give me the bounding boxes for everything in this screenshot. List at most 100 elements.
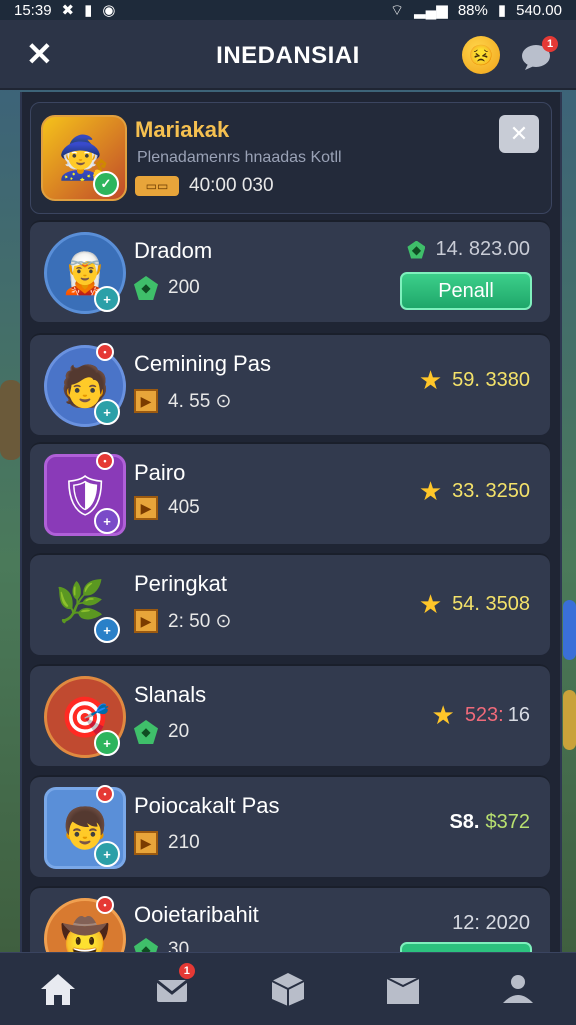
player-score: 12: 2020 [452,912,530,935]
coin-icon: ▭▭ [135,176,179,196]
player-score: S8. $372 [449,811,530,834]
player-score-value: 14. 823.00 [435,238,530,260]
list-item[interactable]: 🧑 + • Cemining Pas ▶ 4. 55 ⊙ ★ 59. 3380 [30,333,550,435]
bottom-nav: 1 [0,952,576,1025]
background-decoration-left [0,380,22,460]
player-name: Peringkat [134,571,227,596]
lock-icon: ▮ [84,2,93,19]
player-score-value: 12: 2020 [452,912,530,934]
circle-icon: ◉ [102,2,116,19]
status-right-text: 540.00 [516,1,562,19]
player-sub: ◆ 20 [134,720,189,744]
list-item[interactable]: 🎯 + Slanals ◆ 20 ★ 523: 16 [30,664,550,766]
player-score-prefix: S8. [449,811,480,833]
star-icon: ★ [431,700,455,730]
gem-icon: ◆ [134,720,158,744]
mail-icon[interactable]: 1 [153,963,195,1009]
x-icon: ✖ [61,2,75,19]
plus-icon: + [94,399,120,425]
star-icon: ★ [418,365,443,395]
partial-green-button[interactable] [400,942,532,952]
featured-card[interactable]: 🧙 ✓ Mariakak Plenadamenrs hnaadas Kotll … [30,102,552,214]
plus-icon: + [94,508,120,534]
battery-icon: ▮ [497,2,507,19]
status-bar: 15:39 ✖ ▮ ◉ ⌔ ▂▄▆ 88% ▮ 540.00 [0,0,576,20]
player-score-value: $372 [485,811,531,833]
gem-icon: ◆ [134,938,158,952]
shop-icon[interactable] [383,969,423,1009]
player-name: Poiocakalt Pas [134,793,280,818]
plus-icon: + [94,286,120,312]
player-sub-value: 2: 50 ⊙ [168,610,232,632]
player-sub: ▶ 2: 50 ⊙ [134,609,231,633]
plus-icon: + [94,730,120,756]
featured-subtitle: Plenadamenrs hnaadas Kotll [137,149,342,166]
star-icon: ★ [418,476,443,506]
signal-icon: ▂▄▆ [414,2,448,19]
player-sub-value: 30 [168,939,190,952]
player-name: Cemining Pas [134,351,271,376]
ticket-icon: ▶ [134,609,158,633]
player-score-tail: 16 [507,704,530,726]
gem-icon: ◆ [134,276,158,300]
penall-button-label: Penall [438,279,494,302]
player-score: ◆ 14. 823.00 [407,238,530,261]
check-icon: ✓ [93,171,119,197]
player-score-value: 523: [464,704,504,726]
player-sub-value: 4. 55 ⊙ [168,390,232,412]
close-icon: ✕ [509,121,529,146]
featured-amount: 40:00 030 [189,175,274,196]
notification-icon: • [96,343,114,361]
player-score-value: 33. 3250 [452,480,530,502]
star-icon: ★ [418,589,443,619]
emoji-face-icon[interactable]: 😣 [462,36,500,74]
list-item[interactable]: 🌿 + Peringkat ▶ 2: 50 ⊙ ★ 54. 3508 [30,553,550,655]
ticket-icon: ▶ [134,831,158,855]
player-sub: ▶ 4. 55 ⊙ [134,389,231,413]
player-score: ★ 59. 3380 [419,365,530,396]
player-sub-value: 200 [168,277,200,298]
player-score: ★ 33. 3250 [419,476,530,507]
player-sub-value: 210 [168,832,200,853]
list-item[interactable]: 👦 + • Poiocakalt Pas ▶ 210 S8. $372 [30,775,550,877]
featured-amount-row: ▭▭ 40:00 030 [135,175,274,197]
box-icon[interactable] [268,969,308,1009]
player-sub: ▶ 210 [134,831,200,855]
player-name: Pairo [134,460,186,485]
player-name: Slanals [134,682,207,707]
notification-icon: • [96,785,114,803]
player-sub: ◆ 30 [134,938,189,952]
player-score-value: 54. 3508 [452,593,530,615]
chat-badge: 1 [542,36,558,52]
featured-name: Mariakak [135,117,230,142]
background-decoration-right [563,600,576,660]
wifi-icon: ⌔ [390,1,405,19]
player-sub: ◆ 200 [134,276,200,300]
ticket-icon: ▶ [134,496,158,520]
list-item[interactable]: 🛡 + • Pairo ▶ 405 ★ 33. 3250 [30,442,550,544]
player-score: ★ 523: 16 [432,700,531,731]
plus-icon: + [94,617,120,643]
profile-icon[interactable] [498,969,538,1009]
home-icon[interactable] [38,969,78,1009]
player-sub: ▶ 405 [134,496,200,520]
player-name: Ooietaribahit [134,902,259,927]
ticket-icon: ▶ [134,389,158,413]
player-name: Dradom [134,238,213,263]
mail-badge: 1 [178,963,195,979]
notification-icon: • [96,896,114,914]
player-score-value: 59. 3380 [452,369,530,391]
player-sub-value: 405 [168,497,200,518]
chat-button[interactable]: 1 [520,36,558,70]
list-item[interactable]: 🤠 • Ooietaribahit ◆ 30 12: 2020 [30,886,550,952]
gem-icon: ◆ [407,240,426,259]
list-item[interactable]: 🧝 + Dradom ◆ 200 ◆ 14. 823.00 Penall [30,220,550,322]
background-decoration-right-2 [563,690,576,750]
notification-icon: • [96,452,114,470]
top-bar: ✕ INEDANSIAI 😣 1 [0,20,576,90]
clock: 15:39 [14,1,52,19]
plus-icon: + [94,841,120,867]
penall-button[interactable]: Penall [400,272,532,310]
featured-close-button[interactable]: ✕ [499,115,539,153]
player-sub-value: 20 [168,721,190,742]
